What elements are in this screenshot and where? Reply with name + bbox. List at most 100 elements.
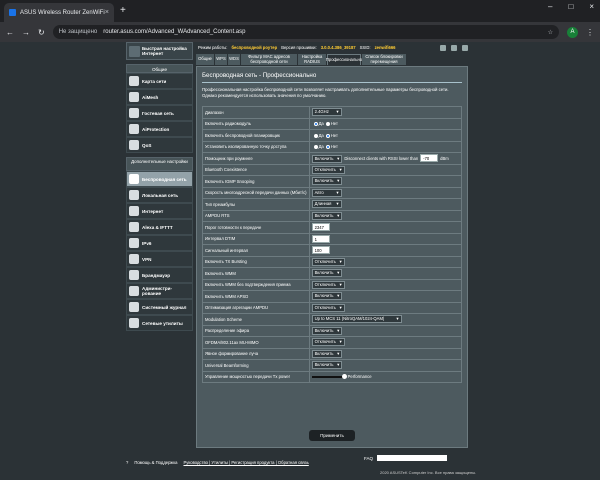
tab-item[interactable]: Профессионально xyxy=(326,54,362,65)
setting-label: Включить TX Bursting xyxy=(202,255,310,268)
radio-no[interactable] xyxy=(325,145,330,150)
wifi-icon[interactable] xyxy=(462,44,468,51)
setting-select[interactable]: Длинная xyxy=(311,200,342,209)
radio-no[interactable] xyxy=(325,122,330,127)
setting-value: Да Нет xyxy=(308,129,463,142)
menu-item[interactable]: Системный журнал xyxy=(126,299,193,315)
setting-row: Помощник при роумингеВключитьDisconnect … xyxy=(202,152,463,165)
quick-setup-button[interactable]: Быстрая настройка Интернет xyxy=(126,42,193,60)
setting-select[interactable]: Включить xyxy=(311,269,343,278)
setting-select[interactable]: Up to MCS 11 (NitroQAM/1024-QAM) xyxy=(311,315,402,324)
setting-select[interactable]: Включить xyxy=(311,326,343,335)
close-window-icon[interactable]: × xyxy=(589,2,594,11)
tab-title: ASUS Wireless Router ZenWiFi xyxy=(20,9,105,16)
setting-select[interactable]: Включить xyxy=(311,349,343,358)
menu-item[interactable]: Администри-рование xyxy=(126,283,193,299)
guest-icon[interactable] xyxy=(451,44,457,51)
menu-item[interactable]: AiProtection xyxy=(126,121,193,137)
menu-item[interactable]: Интернет xyxy=(126,203,193,219)
menu-item[interactable]: AiMesh xyxy=(126,89,193,105)
menu-item[interactable]: Карта сети xyxy=(126,73,193,89)
menu-item[interactable]: IPv6 xyxy=(126,235,193,251)
tab-item[interactable]: WDS xyxy=(228,54,240,65)
setting-value: Отключить xyxy=(308,278,463,291)
reload-icon[interactable]: ↻ xyxy=(38,28,45,37)
setting-row: Включить беспроводной планировщик Да Нет xyxy=(202,129,463,142)
roaming-select[interactable]: Включить xyxy=(311,154,343,163)
setting-value: Включить xyxy=(308,175,463,188)
menu-item-label: QoS xyxy=(142,142,152,148)
setting-select[interactable]: Включить xyxy=(311,177,343,186)
minimize-icon[interactable]: – xyxy=(548,2,552,11)
rssi-input[interactable]: -70 xyxy=(420,153,439,162)
radio-no-label: Нет xyxy=(330,132,338,138)
setting-select[interactable]: Отключить xyxy=(311,257,345,266)
faq-input[interactable] xyxy=(377,455,448,461)
setting-input[interactable]: 2347 xyxy=(311,223,330,232)
radio-yes[interactable] xyxy=(313,122,318,127)
tab-item[interactable]: Общие xyxy=(196,54,214,65)
back-icon[interactable]: ← xyxy=(6,28,14,37)
radio-no[interactable] xyxy=(325,133,330,138)
setting-input[interactable]: 1 xyxy=(311,234,330,243)
setting-select[interactable]: Включить xyxy=(311,292,343,301)
menu-dots-icon[interactable]: ⋮ xyxy=(586,28,594,37)
menu-item[interactable]: Сетевые утилиты xyxy=(126,315,193,331)
setting-value: Длинная xyxy=(308,198,463,211)
url-text: router.asus.com/Advanced_WAdvanced_Conte… xyxy=(103,29,246,35)
radio-yes[interactable] xyxy=(313,133,318,138)
setting-label: Помощник при роуминге xyxy=(202,152,310,165)
content-area: Режим работы: беспроводной роутер Версия … xyxy=(196,42,468,448)
setting-label: Включить беспроводной планировщик xyxy=(202,129,310,142)
setting-label: Bluetooth Coexistence xyxy=(202,163,310,176)
setting-value: 1 xyxy=(308,232,463,245)
browser-tab[interactable]: ASUS Wireless Router ZenWiFi × xyxy=(4,3,114,22)
setting-input[interactable]: 100 xyxy=(311,246,330,255)
new-tab-icon[interactable]: + xyxy=(120,5,126,16)
omnibox[interactable]: Не защищено router.asus.com/Advanced_WAd… xyxy=(52,25,559,39)
profile-avatar[interactable]: A xyxy=(567,26,578,38)
menu-item[interactable]: Беспроводная сеть xyxy=(126,171,193,187)
menu-item-label: Беспроводная сеть xyxy=(142,176,187,182)
apply-button[interactable]: Применить xyxy=(309,430,355,441)
footer-links[interactable]: Руководство | Утилиты | Регистрация прод… xyxy=(183,460,308,465)
menu-item[interactable]: Гостевая сеть xyxy=(126,105,193,121)
usb-icon[interactable] xyxy=(440,44,446,51)
tab-item[interactable]: Фильтр MAC адресов беспроводной сети xyxy=(241,54,297,65)
setting-select[interactable]: Отключить xyxy=(311,165,345,174)
menu-icon xyxy=(129,318,139,328)
setting-value: Включить xyxy=(308,267,463,280)
tab-item[interactable]: WPS xyxy=(215,54,227,65)
maximize-icon[interactable]: □ xyxy=(568,2,573,11)
browser-tabstrip: ASUS Wireless Router ZenWiFi × + – □ × xyxy=(0,0,600,22)
setting-select[interactable]: Включить xyxy=(311,361,343,370)
menu-item[interactable]: QoS xyxy=(126,137,193,153)
close-tab-icon[interactable]: × xyxy=(105,9,109,16)
menu-item[interactable]: Брандмауэр xyxy=(126,267,193,283)
setting-select[interactable]: Включить xyxy=(311,211,343,220)
address-bar-row: ← → ↻ Не защищено router.asus.com/Advanc… xyxy=(0,22,600,42)
setting-select[interactable]: Авто xyxy=(311,188,342,197)
radio-yes[interactable] xyxy=(313,145,318,150)
bookmark-star-icon[interactable]: ☆ xyxy=(548,29,553,36)
setting-select[interactable]: Отключить xyxy=(311,280,345,289)
menu-item-label: AiProtection xyxy=(142,126,170,132)
setting-value: Включить xyxy=(308,209,463,222)
menu-item-label: AiMesh xyxy=(142,94,159,100)
setting-row: Распределение эфира Включить xyxy=(202,324,463,337)
setting-select[interactable]: Отключить xyxy=(311,338,345,347)
tab-item[interactable]: Список блокировки перемещения xyxy=(362,54,406,65)
firmware-value[interactable]: 3.0.0.4.386_39187 xyxy=(321,45,356,50)
setting-value: Включить xyxy=(308,359,463,372)
setting-label: Интервал DTIM xyxy=(202,232,310,245)
menu-item[interactable]: Локальная сеть xyxy=(126,187,193,203)
setting-select[interactable]: Отключить xyxy=(311,303,345,312)
settings-panel: Беспроводная сеть - Профессионально Проф… xyxy=(196,66,468,448)
tx-power-slider[interactable] xyxy=(311,374,347,380)
menu-item[interactable]: Alexa & IFTTT xyxy=(126,219,193,235)
mode-value[interactable]: беспроводной роутер xyxy=(231,45,277,50)
setting-select[interactable]: 2.4GHz xyxy=(311,108,342,117)
menu-item[interactable]: VPN xyxy=(126,251,193,267)
forward-icon[interactable]: → xyxy=(22,28,30,37)
tab-item[interactable]: Настройка RADIUS xyxy=(298,54,326,65)
